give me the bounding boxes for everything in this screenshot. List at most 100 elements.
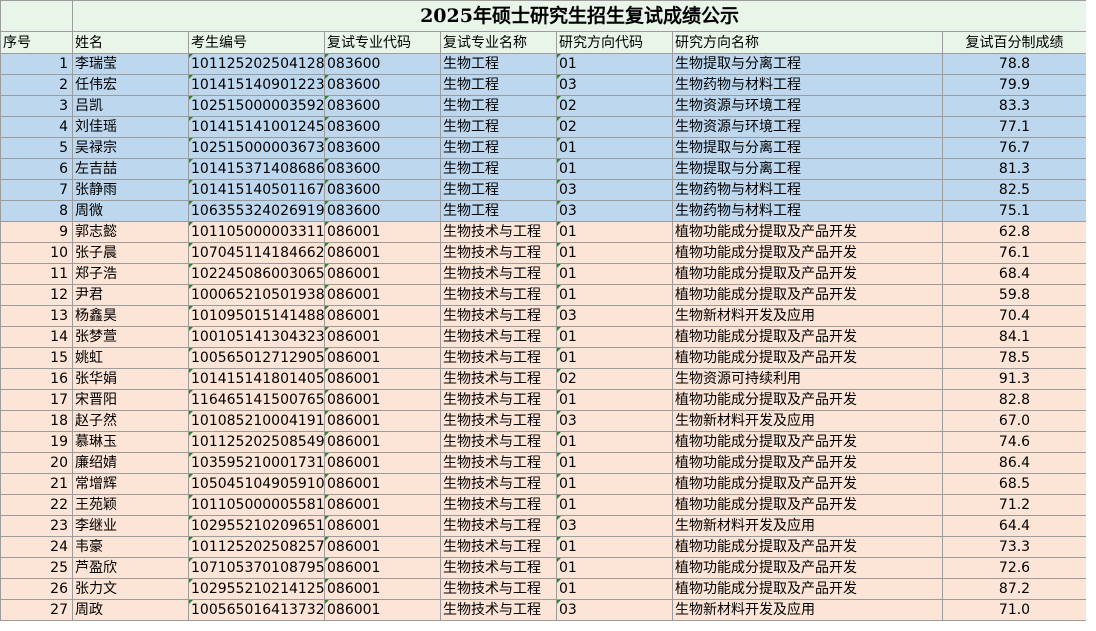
direction-code-cell[interactable]: 02	[556, 368, 673, 390]
direction-name-cell[interactable]: 生物提取与分离工程	[672, 53, 943, 75]
name-cell[interactable]: 尹君	[72, 284, 189, 306]
row-number-cell[interactable]: 23	[0, 515, 73, 537]
candidate-id-cell[interactable]: 101415141001245	[188, 116, 325, 138]
direction-code-cell[interactable]: 01	[556, 473, 673, 495]
name-cell[interactable]: 赵子然	[72, 410, 189, 432]
major-name-cell[interactable]: 生物技术与工程	[440, 431, 557, 453]
score-cell[interactable]: 87.2	[941, 578, 1088, 600]
direction-code-cell[interactable]: 03	[556, 74, 673, 96]
score-cell[interactable]: 64.4	[941, 515, 1088, 537]
major-name-cell[interactable]: 生物技术与工程	[440, 515, 557, 537]
row-number-cell[interactable]: 21	[0, 473, 73, 495]
name-cell[interactable]: 李继业	[72, 515, 189, 537]
score-cell[interactable]: 62.8	[941, 221, 1088, 243]
direction-code-cell[interactable]: 01	[556, 53, 673, 75]
name-cell[interactable]: 刘佳瑶	[72, 116, 189, 138]
name-cell[interactable]: 张梦萱	[72, 326, 189, 348]
major-name-cell[interactable]: 生物工程	[440, 179, 557, 201]
candidate-id-cell[interactable]: 107105370108795	[188, 557, 325, 579]
major-code-cell[interactable]: 083600	[324, 200, 441, 222]
major-name-cell[interactable]: 生物技术与工程	[440, 473, 557, 495]
direction-code-cell[interactable]: 01	[556, 557, 673, 579]
major-name-cell[interactable]: 生物技术与工程	[440, 242, 557, 264]
candidate-id-cell[interactable]: 116465141500765	[188, 389, 325, 411]
row-number-cell[interactable]: 7	[0, 179, 73, 201]
header-cell[interactable]: 研究方向代码	[556, 31, 673, 54]
major-code-cell[interactable]: 086001	[324, 536, 441, 558]
header-cell[interactable]: 复试专业名称	[440, 31, 557, 54]
candidate-id-cell[interactable]: 102955210214125	[188, 578, 325, 600]
direction-name-cell[interactable]: 生物新材料开发及应用	[672, 599, 943, 621]
candidate-id-cell[interactable]: 101085210004191	[188, 410, 325, 432]
major-code-cell[interactable]: 083600	[324, 158, 441, 180]
major-name-cell[interactable]: 生物技术与工程	[440, 452, 557, 474]
candidate-id-cell[interactable]: 107045114184662	[188, 242, 325, 264]
score-cell[interactable]: 74.6	[941, 431, 1088, 453]
major-name-cell[interactable]: 生物工程	[440, 74, 557, 96]
direction-code-cell[interactable]: 01	[556, 494, 673, 516]
direction-code-cell[interactable]: 02	[556, 95, 673, 117]
row-number-cell[interactable]: 8	[0, 200, 73, 222]
score-cell[interactable]: 81.3	[941, 158, 1088, 180]
row-number-cell[interactable]: 27	[0, 599, 73, 621]
candidate-id-cell[interactable]: 101105000003311	[188, 221, 325, 243]
candidate-id-cell[interactable]: 100565016413732	[188, 599, 325, 621]
score-cell[interactable]: 79.9	[941, 74, 1088, 96]
name-cell[interactable]: 左吉喆	[72, 158, 189, 180]
row-number-cell[interactable]: 5	[0, 137, 73, 159]
row-number-cell[interactable]: 11	[0, 263, 73, 285]
name-cell[interactable]: 芦盈欣	[72, 557, 189, 579]
row-number-cell[interactable]: 26	[0, 578, 73, 600]
major-code-cell[interactable]: 086001	[324, 473, 441, 495]
name-cell[interactable]: 廉绍婧	[72, 452, 189, 474]
direction-code-cell[interactable]: 01	[556, 578, 673, 600]
name-cell[interactable]: 任伟宏	[72, 74, 189, 96]
direction-name-cell[interactable]: 生物资源与环境工程	[672, 116, 943, 138]
row-number-cell[interactable]: 2	[0, 74, 73, 96]
name-cell[interactable]: 郑子浩	[72, 263, 189, 285]
candidate-id-cell[interactable]: 102245086003065	[188, 263, 325, 285]
major-code-cell[interactable]: 083600	[324, 137, 441, 159]
major-name-cell[interactable]: 生物技术与工程	[440, 494, 557, 516]
major-code-cell[interactable]: 083600	[324, 179, 441, 201]
major-name-cell[interactable]: 生物技术与工程	[440, 599, 557, 621]
header-cell[interactable]: 复试专业代码	[324, 31, 441, 54]
major-name-cell[interactable]: 生物技术与工程	[440, 263, 557, 285]
direction-code-cell[interactable]: 01	[556, 431, 673, 453]
score-cell[interactable]: 76.7	[941, 137, 1088, 159]
score-cell[interactable]: 86.4	[941, 452, 1088, 474]
major-code-cell[interactable]: 086001	[324, 494, 441, 516]
major-name-cell[interactable]: 生物工程	[440, 53, 557, 75]
name-cell[interactable]: 李瑞莹	[72, 53, 189, 75]
direction-name-cell[interactable]: 生物新材料开发及应用	[672, 305, 943, 327]
direction-code-cell[interactable]: 01	[556, 536, 673, 558]
score-cell[interactable]: 70.4	[941, 305, 1088, 327]
major-code-cell[interactable]: 086001	[324, 221, 441, 243]
candidate-id-cell[interactable]: 101415371408686	[188, 158, 325, 180]
score-cell[interactable]: 67.0	[941, 410, 1088, 432]
major-code-cell[interactable]: 083600	[324, 53, 441, 75]
name-cell[interactable]: 张华娟	[72, 368, 189, 390]
row-number-cell[interactable]: 22	[0, 494, 73, 516]
score-cell[interactable]: 91.3	[941, 368, 1088, 390]
score-cell[interactable]: 76.1	[941, 242, 1088, 264]
direction-name-cell[interactable]: 生物提取与分离工程	[672, 158, 943, 180]
direction-code-cell[interactable]: 01	[556, 347, 673, 369]
direction-code-cell[interactable]: 03	[556, 410, 673, 432]
score-cell[interactable]: 78.8	[941, 53, 1088, 75]
candidate-id-cell[interactable]: 102515000003592	[188, 95, 325, 117]
major-name-cell[interactable]: 生物工程	[440, 137, 557, 159]
major-name-cell[interactable]: 生物技术与工程	[440, 347, 557, 369]
name-cell[interactable]: 杨鑫昊	[72, 305, 189, 327]
score-cell[interactable]: 73.3	[941, 536, 1088, 558]
major-name-cell[interactable]: 生物技术与工程	[440, 389, 557, 411]
major-code-cell[interactable]: 083600	[324, 74, 441, 96]
major-name-cell[interactable]: 生物工程	[440, 158, 557, 180]
major-code-cell[interactable]: 086001	[324, 515, 441, 537]
score-cell[interactable]: 75.1	[941, 200, 1088, 222]
name-cell[interactable]: 吴禄宗	[72, 137, 189, 159]
candidate-id-cell[interactable]: 102515000003673	[188, 137, 325, 159]
major-code-cell[interactable]: 086001	[324, 389, 441, 411]
row-number-cell[interactable]: 20	[0, 452, 73, 474]
sheet-title[interactable]: 2025年硕士研究生招生复试成绩公示	[71, 0, 1088, 32]
